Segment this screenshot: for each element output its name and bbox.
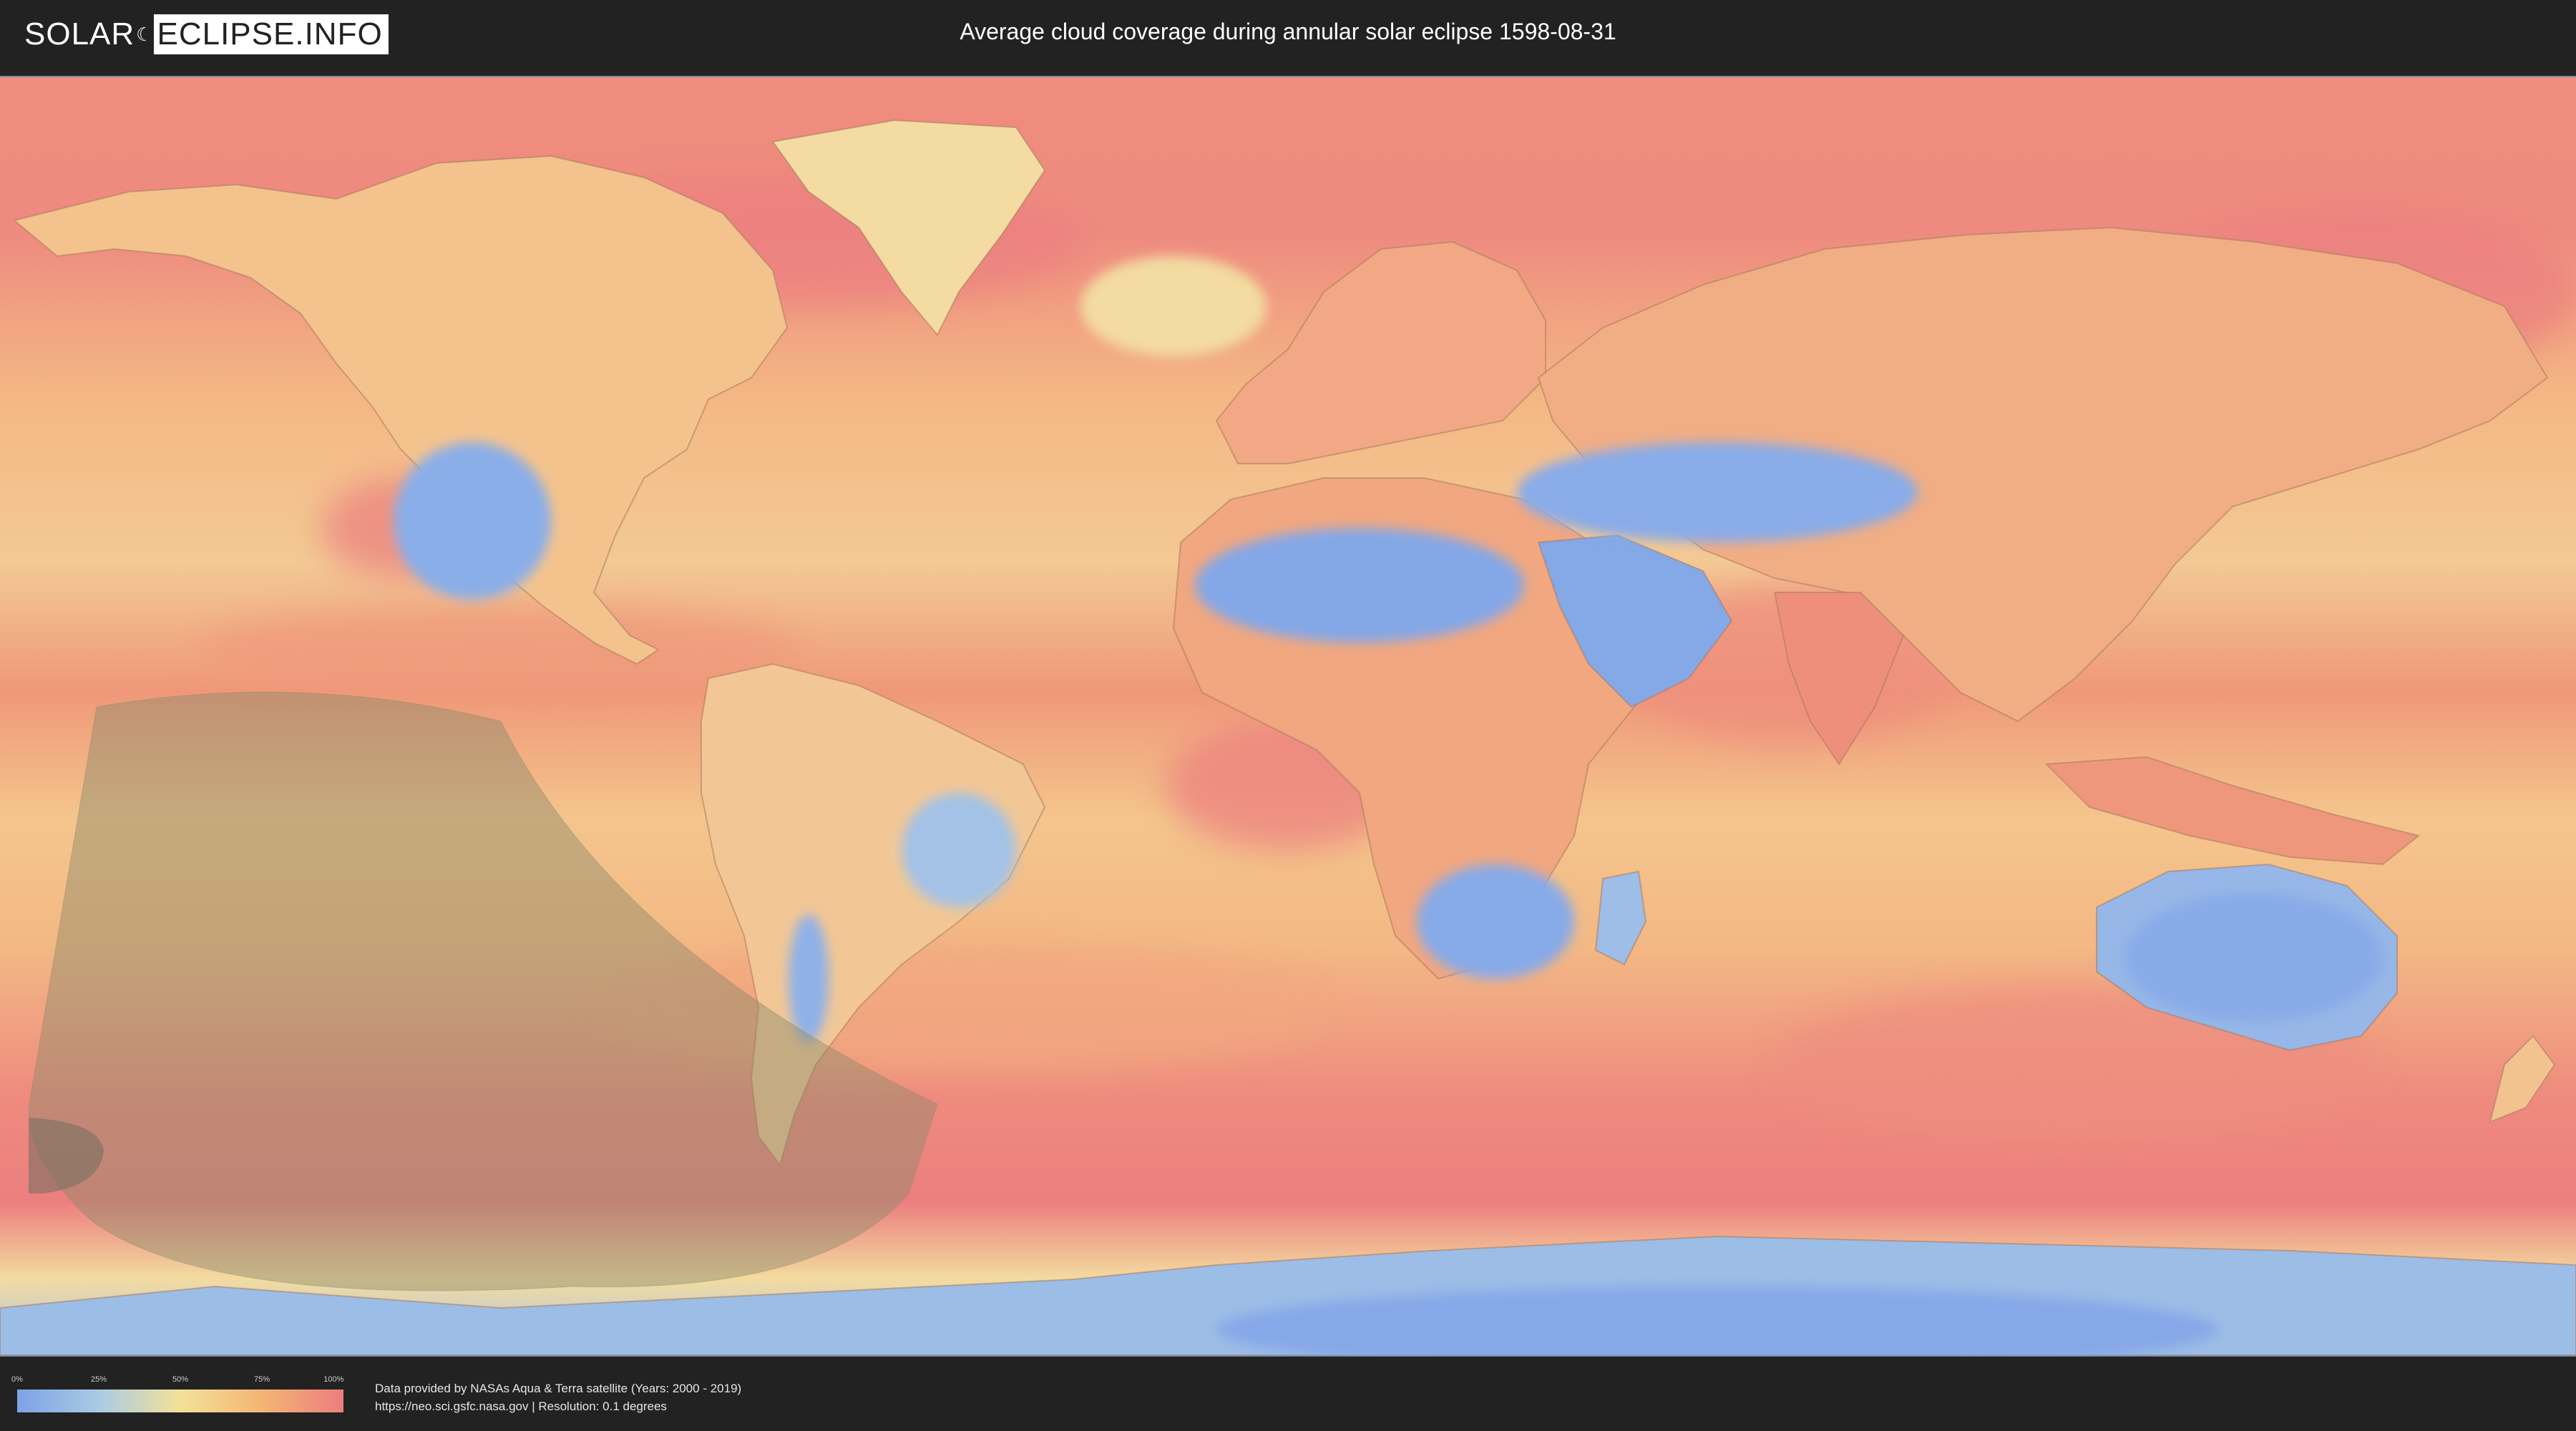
footer-bar: 0% 25% 50% 75% 100% Data provided by NAS… bbox=[0, 1358, 2576, 1431]
header-bar: SOLAR ☾ ECLIPSE.INFO Average cloud cover… bbox=[0, 0, 2576, 73]
map-canvas bbox=[0, 77, 2576, 1355]
credits-url-resolution[interactable]: https://neo.sci.gsfc.nasa.gov | Resoluti… bbox=[375, 1397, 741, 1415]
legend-ticks: 0% 25% 50% 75% 100% bbox=[11, 1375, 344, 1387]
cloud-coverage-map[interactable] bbox=[0, 76, 2576, 1357]
page-title: Average cloud coverage during annular so… bbox=[960, 19, 1616, 44]
legend-tick-25: 25% bbox=[90, 1375, 107, 1384]
cloud-coverage-legend: 0% 25% 50% 75% 100% bbox=[11, 1375, 344, 1412]
legend-color-bar bbox=[17, 1390, 343, 1412]
legend-tick-0: 0% bbox=[11, 1375, 23, 1384]
legend-tick-50: 50% bbox=[172, 1375, 189, 1384]
credits-source: Data provided by NASAs Aqua & Terra sate… bbox=[375, 1382, 742, 1395]
data-credits: Data provided by NASAs Aqua & Terra sate… bbox=[375, 1379, 741, 1415]
legend-tick-100: 100% bbox=[323, 1375, 344, 1384]
legend-tick-75: 75% bbox=[253, 1375, 270, 1384]
